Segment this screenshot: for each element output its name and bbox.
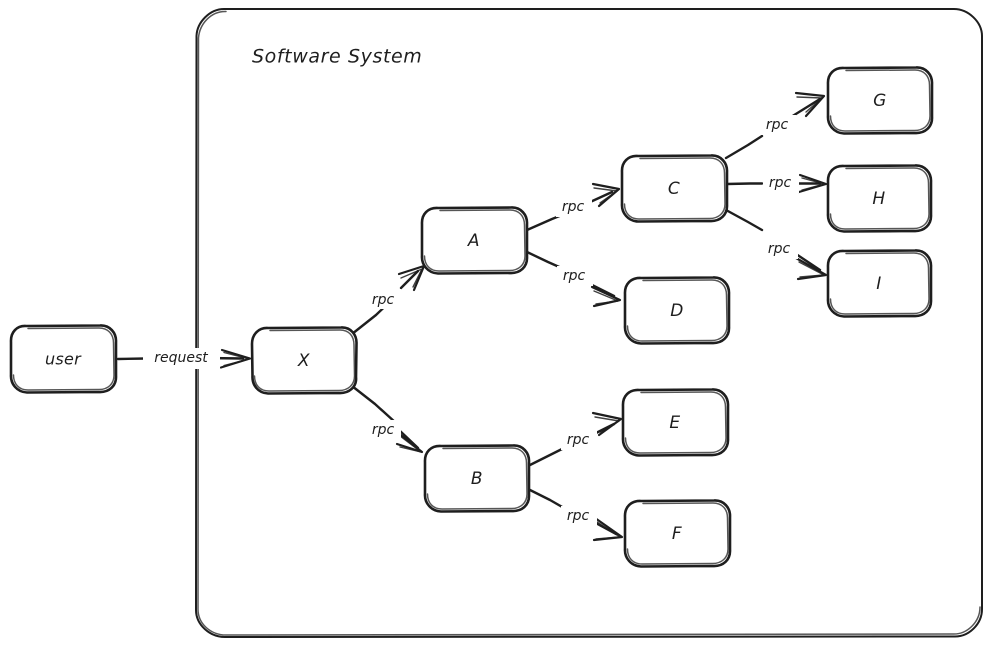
edge-line: [725, 182, 764, 186]
node-label: D: [670, 301, 684, 321]
node-label: A: [467, 231, 480, 251]
edge-label: rpc: [372, 422, 395, 438]
edge-label: rpc: [768, 241, 791, 257]
node-label: G: [873, 91, 887, 111]
node-c[interactable]: C: [620, 154, 729, 223]
node-g[interactable]: G: [826, 66, 934, 135]
edge-label: rpc: [372, 292, 395, 308]
node-d[interactable]: D: [623, 276, 731, 345]
container-title: Software System: [252, 46, 422, 68]
node-i[interactable]: I: [826, 249, 933, 318]
edge-label: rpc: [563, 268, 586, 284]
edge-label: rpc: [567, 432, 590, 448]
node-b[interactable]: B: [423, 444, 531, 513]
node-label: I: [876, 274, 882, 294]
node-label: E: [669, 413, 680, 433]
edge-label: rpc: [567, 508, 590, 524]
node-e[interactable]: E: [621, 388, 730, 457]
node-label: C: [668, 179, 680, 199]
edge-label: rpc: [562, 199, 585, 215]
node-label: F: [672, 524, 682, 544]
edge-label: rpc: [766, 117, 789, 133]
node-a[interactable]: A: [420, 206, 529, 275]
edge-label: request: [154, 350, 208, 366]
node-label: user: [45, 350, 82, 369]
node-h[interactable]: H: [826, 164, 933, 233]
node-label: H: [872, 189, 885, 209]
node-user[interactable]: user: [9, 324, 118, 394]
node-label: B: [471, 469, 483, 489]
node-x[interactable]: X: [250, 326, 358, 395]
node-f[interactable]: F: [623, 499, 732, 568]
edge-label: rpc: [769, 175, 792, 191]
diagram-canvas: Software System request rpc rpc rpc rpc …: [0, 0, 996, 652]
architecture-diagram: Software System request rpc rpc rpc rpc …: [9, 7, 984, 638]
node-label: X: [297, 351, 310, 371]
